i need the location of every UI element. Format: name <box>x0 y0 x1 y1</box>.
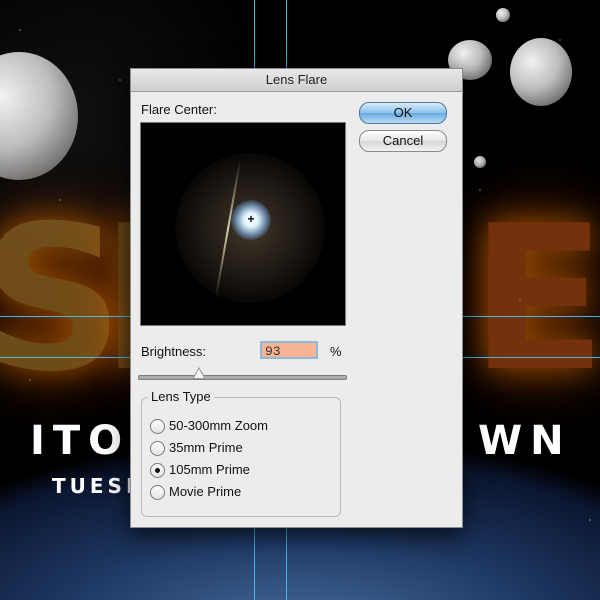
radio-row-35mm[interactable]: 35mm Prime <box>150 440 243 457</box>
tagline-left: ITO <box>30 418 131 464</box>
radio-label: 105mm Prime <box>169 462 250 477</box>
radio-row-105mm[interactable]: 105mm Prime <box>150 462 250 479</box>
brightness-slider-thumb[interactable] <box>191 367 206 379</box>
radio-button[interactable] <box>150 419 165 435</box>
radio-row-zoom[interactable]: 50-300mm Zoom <box>150 418 268 435</box>
radio-label: 35mm Prime <box>169 440 243 455</box>
dialog-title: Lens Flare <box>131 69 462 92</box>
brightness-unit: % <box>330 344 342 359</box>
lens-flare-dialog: Lens Flare Flare Center: + OK Cancel Bri… <box>130 68 463 528</box>
flare-center-label: Flare Center: <box>141 102 217 117</box>
radio-button[interactable] <box>150 441 165 457</box>
flare-preview[interactable]: + <box>140 122 346 326</box>
asteroid-4 <box>474 156 486 168</box>
headline-letter-3: E <box>470 183 600 416</box>
asteroid-3 <box>496 8 510 22</box>
cancel-button[interactable]: Cancel <box>359 130 447 152</box>
ok-button[interactable]: OK <box>359 102 447 124</box>
lens-type-title: Lens Type <box>148 389 214 404</box>
brightness-input[interactable]: 93 <box>260 341 318 359</box>
flare-center-crosshair-icon[interactable]: + <box>245 213 257 225</box>
moon-left <box>0 52 78 180</box>
tagline-right: WN <box>478 418 572 464</box>
brightness-slider-track[interactable] <box>138 375 347 380</box>
radio-row-movie[interactable]: Movie Prime <box>150 484 242 501</box>
radio-label: 50-300mm Zoom <box>169 418 268 433</box>
lens-type-group: Lens Type 50-300mm Zoom 35mm Prime 105mm… <box>141 389 341 517</box>
asteroid-2 <box>510 38 572 106</box>
radio-label: Movie Prime <box>169 484 242 499</box>
brightness-label: Brightness: <box>141 344 207 359</box>
radio-button-selected[interactable] <box>150 463 165 479</box>
radio-button[interactable] <box>150 485 165 501</box>
